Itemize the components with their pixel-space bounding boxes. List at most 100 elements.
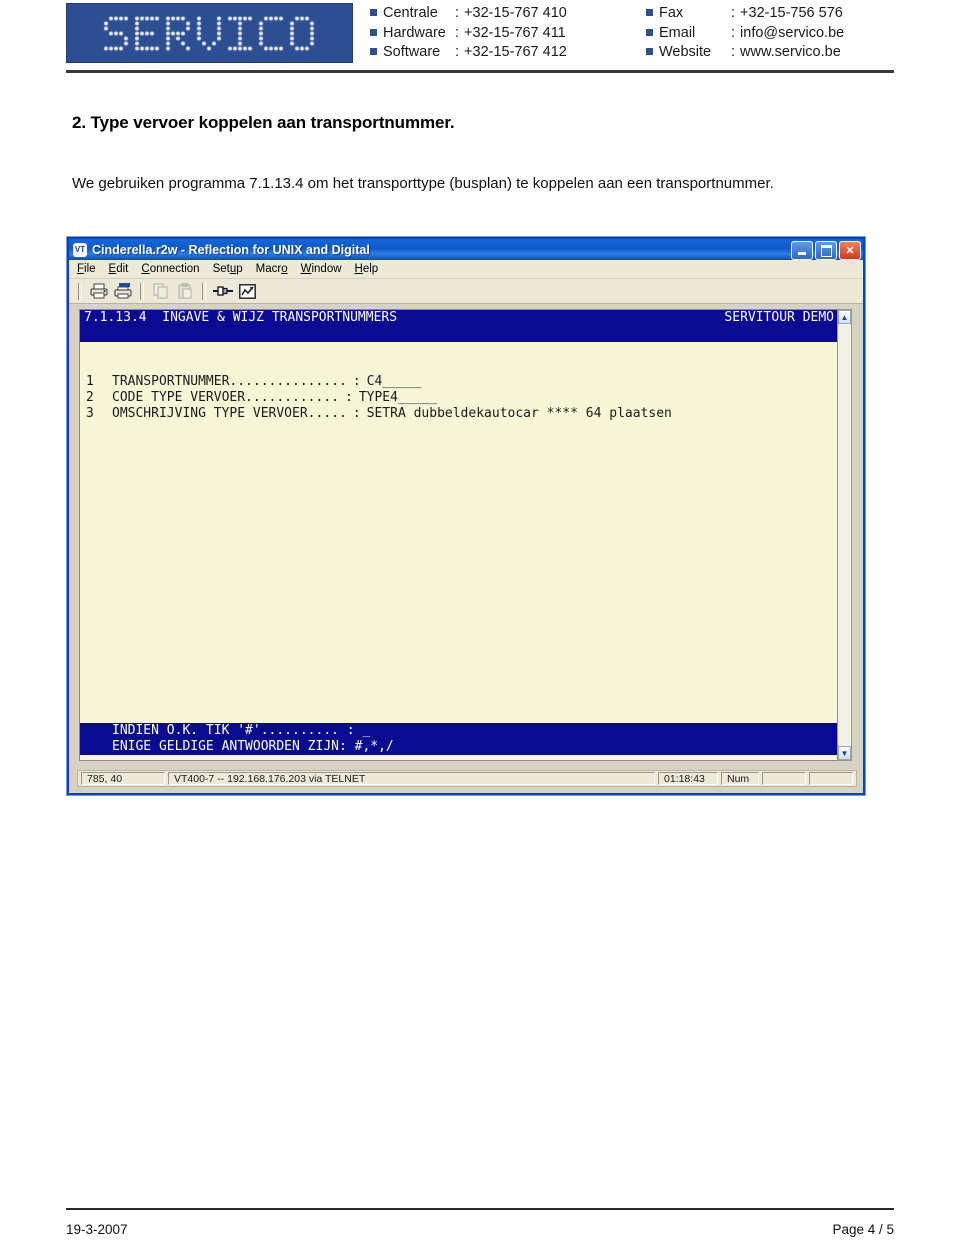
bullet-square-icon — [370, 9, 377, 16]
toolbar-separator — [78, 282, 82, 300]
menu-label: Set — [212, 263, 230, 275]
prompt-line-2: ENIGE GELDIGE ANTWOORDEN ZIJN: #,*,/ — [80, 739, 838, 755]
field-value[interactable]: C4_____ — [367, 374, 422, 390]
logo-dot-matrix — [67, 4, 352, 62]
status-num-lock: Num — [721, 772, 759, 785]
status-time: 01:18:43 — [658, 772, 718, 785]
servico-logo — [66, 3, 353, 63]
contact-row: Website : www.servico.be — [646, 43, 844, 63]
menu-label: p — [236, 263, 243, 275]
menu-label: onnection — [149, 263, 200, 275]
contact-row: Email : info@servico.be — [646, 24, 844, 44]
screen-empty-area — [80, 422, 838, 723]
maximize-button[interactable] — [815, 241, 837, 260]
footer-date: 19-3-2007 — [66, 1222, 128, 1237]
screen-header-left: 7.1.13.4 INGAVE & WIJZ TRANSPORTNUMMERS — [84, 310, 398, 325]
terminal-screen[interactable]: 7.1.13.4 INGAVE & WIJZ TRANSPORTNUMMERS … — [79, 309, 839, 761]
bullet-square-icon — [646, 9, 653, 16]
field-value[interactable]: SETRA dubbeldekautocar **** 64 plaatsen — [367, 406, 672, 422]
prompt-line-1[interactable]: INDIEN O.K. TIK '#'.......... : _ — [80, 723, 838, 739]
field-value[interactable]: TYPE4_____ — [359, 390, 437, 406]
terminal-status-bar: 785, 40 VT400-7 -- 192.168.176.203 via T… — [77, 770, 857, 787]
contact-label: Software — [383, 44, 441, 60]
window-controls: ✕ — [791, 241, 861, 260]
contact-row: Centrale : +32-15-767 410 — [370, 4, 567, 24]
paste-icon[interactable] — [175, 282, 195, 301]
contact-separator: : — [455, 24, 460, 41]
trace-icon[interactable] — [237, 282, 257, 301]
scrollbar-track[interactable] — [838, 324, 851, 746]
menu-item-window[interactable]: Window — [301, 263, 342, 275]
vt-icon: VT — [73, 242, 87, 257]
terminal-window: VT Cinderella.r2w - Reflection for UNIX … — [67, 237, 865, 795]
field-number: 2 — [86, 390, 94, 405]
screen-blank — [80, 358, 838, 374]
toolbar-separator — [140, 282, 144, 300]
field-label: TRANSPORTNUMMER............... — [112, 374, 347, 389]
print-icon[interactable] — [89, 282, 109, 301]
terminal-scrollbar[interactable]: ▲ ▼ — [837, 309, 852, 761]
menu-item-macro[interactable]: Macro — [256, 263, 288, 275]
status-spare-1 — [762, 772, 806, 785]
field-label: OMSCHRIJVING TYPE VERVOER..... — [112, 406, 347, 421]
menu-item-file[interactable]: File — [77, 263, 96, 275]
bullet-square-icon — [646, 48, 653, 55]
contact-row: Fax : +32-15-756 576 — [646, 4, 844, 24]
copy-icon[interactable] — [151, 282, 171, 301]
header-divider — [66, 70, 894, 73]
contact-value: +32-15-767 411 — [464, 24, 566, 41]
section-heading: 2. Type vervoer koppelen aan transportnu… — [72, 113, 455, 132]
contact-row: Hardware : +32-15-767 411 — [370, 24, 567, 44]
field-number: 1 — [86, 374, 94, 389]
menu-label: ile — [84, 263, 96, 275]
menu-item-setup[interactable]: Setup — [213, 263, 243, 275]
screen-header-row: 7.1.13.4 INGAVE & WIJZ TRANSPORTNUMMERS … — [80, 310, 838, 326]
menu-item-edit[interactable]: Edit — [109, 263, 129, 275]
screen-header-right: SERVITOUR DEMO — [724, 310, 834, 325]
contact-value: +32-15-756 576 — [740, 5, 843, 21]
scroll-down-icon[interactable]: ▼ — [838, 746, 851, 760]
menu-label: Macr — [255, 263, 282, 275]
menu-label: indow — [311, 263, 342, 275]
contact-value: www.servico.be — [740, 44, 841, 60]
menu-item-connection[interactable]: Connection — [141, 263, 199, 275]
status-connection: VT400-7 -- 192.168.176.203 via TELNET — [168, 772, 655, 785]
field-row-2[interactable]: 2 CODE TYPE VERVOER............ : TYPE4_… — [80, 390, 838, 406]
field-number: 3 — [86, 406, 94, 421]
window-title: Cinderella.r2w - Reflection for UNIX and… — [92, 242, 370, 257]
status-spare-2 — [809, 772, 853, 785]
page-header: Centrale : +32-15-767 410 Hardware : +32… — [0, 0, 960, 82]
contact-column-right: Fax : +32-15-756 576 Email : info@servic… — [646, 4, 844, 63]
section-paragraph: We gebruiken programma 7.1.13.4 om het t… — [72, 175, 774, 192]
scroll-up-icon[interactable]: ▲ — [838, 310, 851, 324]
close-button[interactable]: ✕ — [839, 241, 861, 260]
field-separator: : — [352, 406, 361, 421]
window-title-bar[interactable]: VT Cinderella.r2w - Reflection for UNIX … — [69, 239, 863, 260]
field-row-3[interactable]: 3 OMSCHRIJVING TYPE VERVOER..... : SETRA… — [80, 406, 838, 422]
contact-column-left: Centrale : +32-15-767 410 Hardware : +32… — [370, 4, 567, 63]
toolbar-separator — [202, 282, 206, 300]
field-label: CODE TYPE VERVOER............ — [112, 390, 339, 405]
contact-separator: : — [731, 5, 736, 21]
minimize-icon — [798, 252, 806, 255]
contact-separator: : — [731, 44, 736, 60]
contact-label: Centrale — [383, 5, 438, 21]
print-preview-icon[interactable] — [113, 282, 133, 301]
contact-separator: : — [455, 44, 460, 60]
menu-item-help[interactable]: Help — [355, 263, 379, 275]
screen-blank — [80, 342, 838, 358]
connect-icon[interactable] — [213, 282, 233, 301]
maximize-icon — [820, 244, 832, 257]
bullet-square-icon — [370, 28, 377, 36]
menu-label: dit — [116, 263, 129, 275]
bullet-square-icon — [646, 28, 653, 36]
contact-label: Hardware — [383, 24, 446, 41]
bullet-square-icon — [370, 48, 377, 55]
contact-label: Fax — [659, 5, 684, 21]
minimize-button[interactable] — [791, 241, 813, 260]
field-row-1[interactable]: 1 TRANSPORTNUMMER............... : C4___… — [80, 374, 838, 390]
field-separator: : — [344, 390, 353, 405]
status-cursor-position: 785, 40 — [81, 772, 165, 785]
menu-bar: File Edit Connection Setup Macro Window … — [69, 260, 863, 279]
contact-label: Website — [659, 44, 712, 60]
